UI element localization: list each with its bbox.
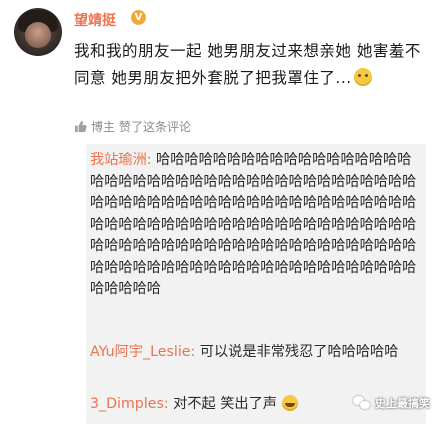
watermark-text: 史上最搞笑 [375,397,430,410]
list-item: AYu阿宇_Leslie: 可以说是非常残忍了哈哈哈哈哈 [90,342,424,364]
avatar[interactable] [14,8,62,56]
list-item: 我站瑜洲: 哈哈哈哈哈哈哈哈哈哈哈哈哈哈哈哈哈哈哈哈哈哈哈哈哈哈哈哈哈哈哈哈哈哈… [90,150,424,301]
watermark: 史上最搞笑 [353,395,430,411]
liked-by-row: 博主 赞了这条评论 [74,118,191,135]
awkward-smile-emoji-icon [353,68,372,86]
comment-text: 对不起 笑出了声 [168,396,277,412]
comment-list: 我站瑜洲: 哈哈哈哈哈哈哈哈哈哈哈哈哈哈哈哈哈哈哈哈哈哈哈哈哈哈哈哈哈哈哈哈哈哈… [86,144,426,424]
avatar-face [25,22,51,48]
liked-by-label[interactable]: 博主 [91,118,115,135]
comment-author[interactable]: 我站瑜洲: [90,152,152,168]
vip-badge-icon: V [131,10,146,25]
thumb-up-icon [74,120,87,133]
laugh-emoji-icon [281,395,298,411]
post-text: 我和我的朋友一起 她男朋友过来想亲她 她害羞不同意 她男朋友把外套脱了把我罩住了… [74,38,426,92]
post-username[interactable]: 望靖挺 [74,10,116,30]
comment-author[interactable]: AYu阿宇_Leslie: [90,344,195,360]
comment-text: 可以说是非常残忍了哈哈哈哈哈 [195,344,399,360]
comment-author[interactable]: 3_Dimples: [90,396,169,412]
comment-text: 哈哈哈哈哈哈哈哈哈哈哈哈哈哈哈哈哈哈哈哈哈哈哈哈哈哈哈哈哈哈哈哈哈哈哈哈哈哈哈哈… [90,152,417,297]
wechat-logo-icon [353,396,371,410]
liked-text: 赞了这条评论 [119,120,192,134]
